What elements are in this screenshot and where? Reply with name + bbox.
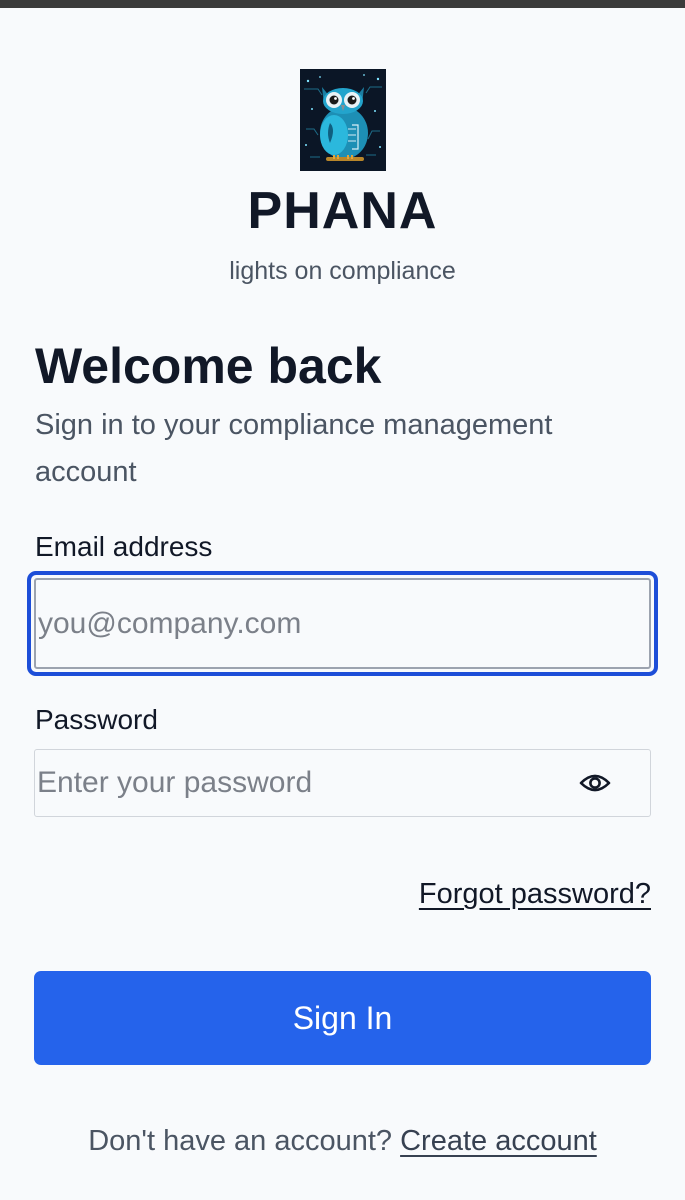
owl-logo-icon [300,69,386,171]
email-label: Email address [35,531,213,562]
brand-name: PHANA [247,182,438,240]
top-status-bar [0,0,685,8]
eye-icon[interactable] [575,763,615,803]
signup-prompt: Don't have an account? Create account [0,1122,685,1160]
email-field[interactable] [34,578,651,669]
page-subtitle: Sign in to your compliance management ac… [35,409,553,488]
password-field-container [34,749,651,817]
page-title: Welcome back [35,338,382,394]
sign-in-button[interactable]: Sign In [34,971,651,1065]
password-label: Password [35,704,158,735]
email-field-focus-ring [27,571,658,676]
brand-tagline: lights on compliance [229,257,456,285]
forgot-password-link[interactable]: Forgot password? [419,876,651,912]
create-account-link[interactable]: Create account [400,1125,597,1157]
password-field[interactable] [35,750,565,816]
signup-prompt-text: Don't have an account? [88,1125,393,1157]
